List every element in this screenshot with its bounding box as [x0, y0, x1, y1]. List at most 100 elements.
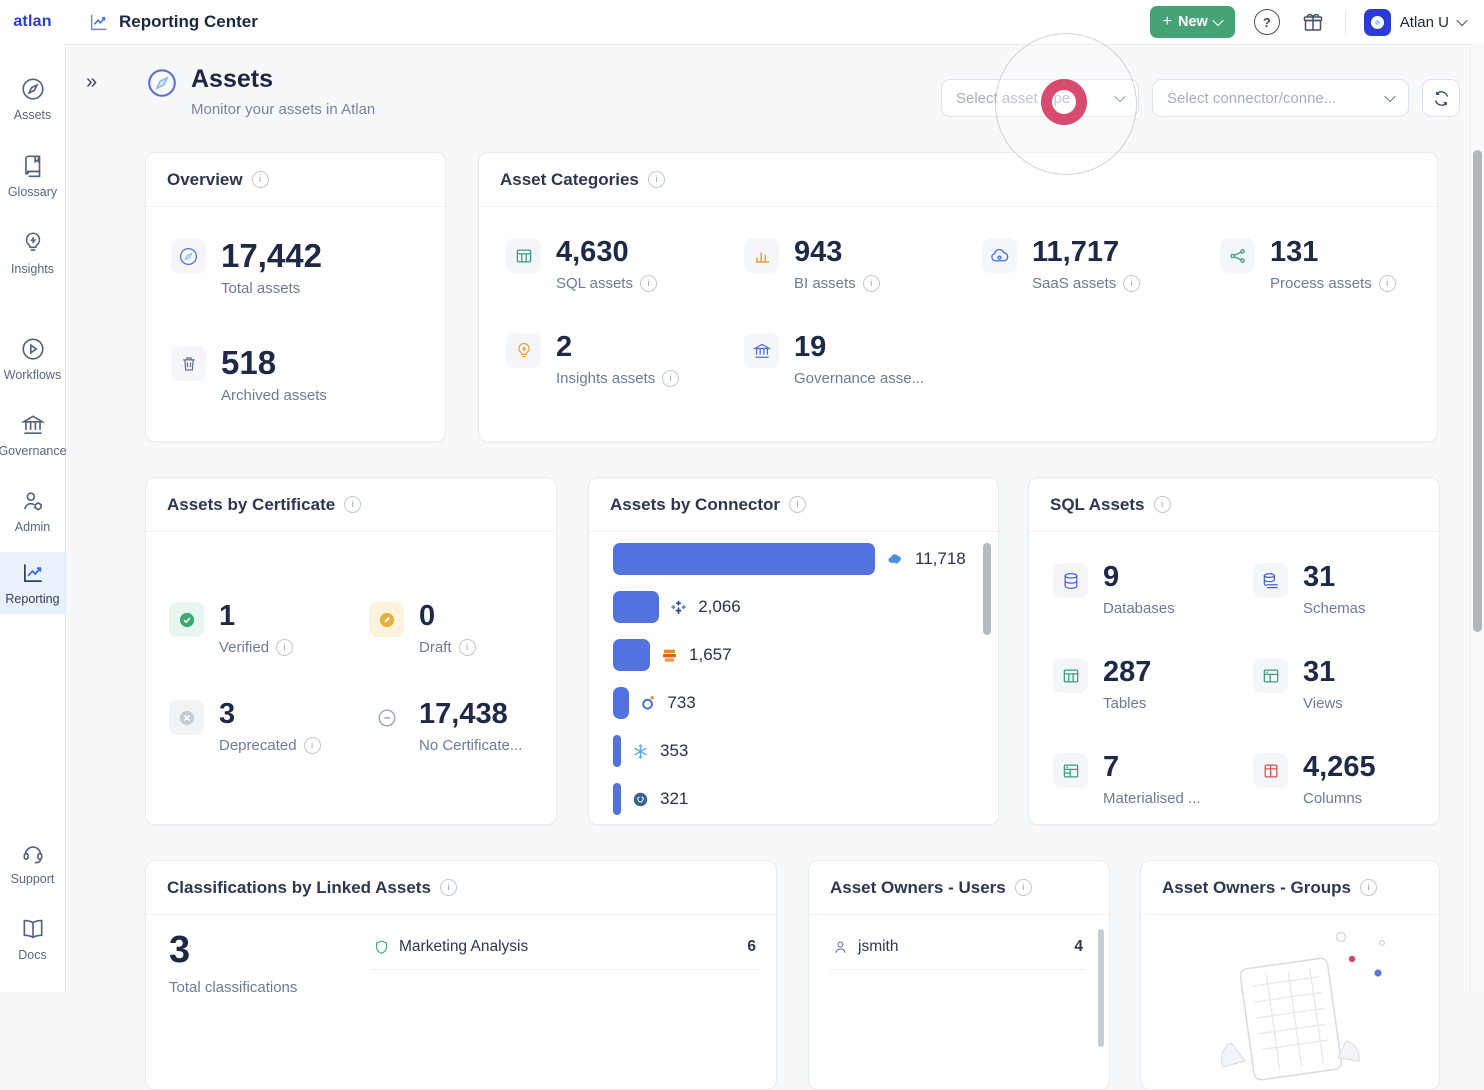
atlan-logo[interactable]: atlan	[0, 0, 65, 44]
assets-compass-icon	[145, 66, 179, 100]
asset-owners-users-card: Asset Owners - Users jsmith 4	[808, 860, 1110, 1090]
stat-databases: 9 Databases	[1053, 563, 1175, 617]
stat-value: 9	[1103, 563, 1175, 592]
card-title: Asset Owners - Groups	[1162, 878, 1351, 898]
info-icon[interactable]	[304, 737, 321, 754]
chevron-down-icon	[1384, 91, 1395, 102]
card-title: Classifications by Linked Assets	[167, 878, 431, 898]
card-title: SQL Assets	[1050, 495, 1145, 515]
stat-label: Process assets	[1270, 275, 1372, 292]
connector-row-salesforce: 11,718	[613, 543, 968, 575]
sidebar-expand-button[interactable]	[80, 70, 103, 95]
compass-icon	[20, 76, 46, 102]
stat-label: BI assets	[794, 275, 856, 292]
stat-label: Schemas	[1303, 600, 1366, 617]
stat-label: Columns	[1303, 790, 1362, 807]
whats-new-button[interactable]	[1299, 8, 1327, 36]
page-scrollbar-thumb[interactable]	[1473, 150, 1482, 632]
stat-label: Materialised ...	[1103, 790, 1201, 807]
stat-value: 4,630	[556, 238, 657, 267]
info-icon[interactable]	[252, 171, 269, 188]
connector-scrollbar[interactable]	[983, 540, 991, 770]
user-name: Atlan U	[1400, 14, 1449, 31]
refresh-button[interactable]	[1422, 79, 1460, 117]
bar-postgres	[613, 783, 621, 815]
info-icon[interactable]	[1154, 496, 1171, 513]
stat-value: 7	[1103, 753, 1201, 782]
sidebar-item-docs[interactable]: Docs	[0, 908, 65, 970]
card-title: Overview	[167, 170, 243, 190]
sidebar-item-workflows[interactable]: Workflows	[0, 328, 65, 390]
stat-value: 19	[794, 333, 924, 362]
info-icon[interactable]	[648, 171, 665, 188]
info-icon[interactable]	[276, 639, 293, 656]
sidebar-item-reporting[interactable]: Reporting	[0, 552, 65, 614]
total-value: 3	[169, 931, 297, 969]
topbar: Reporting Center New Atlan U	[65, 0, 1484, 45]
bar-chart-icon	[744, 238, 779, 273]
card-title: Assets by Certificate	[167, 495, 335, 515]
line-chart-icon	[20, 560, 46, 586]
users-scrollbar-thumb[interactable]	[1098, 929, 1104, 1047]
minus-circle-icon	[369, 700, 404, 735]
sidebar-item-insights[interactable]: Insights	[0, 222, 65, 284]
stat-label: Insights assets	[556, 370, 655, 387]
atlan-logo-text: atlan	[13, 13, 51, 31]
sidebar-item-admin[interactable]: Admin	[0, 480, 65, 542]
page-header: Assets Monitor your assets in Atlan	[145, 66, 375, 118]
asset-type-select[interactable]: Select asset type	[941, 79, 1139, 117]
classification-row[interactable]: Marketing Analysis 6	[371, 927, 758, 970]
bar-value: 2,066	[698, 597, 741, 617]
info-icon[interactable]	[662, 370, 679, 387]
empty-state-illustration	[1186, 923, 1396, 1083]
sql-assets-card: SQL Assets 9 Databases 31 Schemas 287 Ta…	[1028, 477, 1440, 825]
connector-row-redshift: 1,657	[613, 639, 968, 671]
sidebar-item-label: Insights	[11, 262, 54, 276]
bar-tableau	[613, 591, 659, 623]
info-icon[interactable]	[789, 496, 806, 513]
overview-card: Overview 17,442 Total assets 518 Archive…	[145, 152, 446, 442]
info-icon[interactable]	[440, 879, 457, 896]
info-icon[interactable]	[459, 639, 476, 656]
stat-tables: 287 Tables	[1053, 658, 1151, 712]
info-icon[interactable]	[1123, 275, 1140, 292]
connector-select[interactable]: Select connector/conne...	[1152, 79, 1409, 117]
page-title: Assets	[191, 66, 375, 94]
stat-sql-assets: 4,630 SQL assets	[506, 238, 657, 292]
cloud-icon	[982, 238, 1017, 273]
card-title: Asset Owners - Users	[830, 878, 1006, 898]
new-button[interactable]: New	[1150, 6, 1235, 38]
connector-row-tableau: 2,066	[613, 591, 968, 623]
stat-label: No Certificate...	[419, 737, 522, 754]
bulb-icon	[506, 333, 541, 368]
draft-badge-icon	[369, 602, 404, 637]
owner-user-name: jsmith	[858, 938, 1065, 956]
stat-columns: 4,265 Columns	[1253, 753, 1376, 807]
owner-user-row[interactable]: jsmith 4	[830, 927, 1085, 970]
sidebar-item-assets[interactable]: Assets	[0, 68, 65, 130]
classification-count: 6	[747, 938, 756, 956]
sidebar-item-glossary[interactable]: Glossary	[0, 145, 65, 207]
user-menu[interactable]: Atlan U	[1364, 9, 1466, 36]
info-icon[interactable]	[1379, 275, 1396, 292]
info-icon[interactable]	[344, 496, 361, 513]
stat-label: Verified	[219, 639, 269, 656]
connector-scrollbar-thumb[interactable]	[983, 543, 991, 635]
sidebar-item-governance[interactable]: Governance	[0, 404, 65, 466]
stat-label: Deprecated	[219, 737, 297, 754]
verified-badge-icon	[169, 602, 204, 637]
sidebar-item-label: Governance	[0, 444, 67, 458]
help-button[interactable]	[1253, 8, 1281, 36]
bar-value: 733	[667, 693, 695, 713]
stat-governance-assets: 19 Governance asse...	[744, 333, 924, 387]
stat-value: 943	[794, 238, 880, 267]
sidebar: atlan Assets Glossary Insights Workflows…	[0, 0, 66, 992]
sidebar-item-support[interactable]: Support	[0, 832, 65, 894]
info-icon[interactable]	[640, 275, 657, 292]
view-icon	[1253, 658, 1288, 693]
column-icon	[1253, 753, 1288, 788]
info-icon[interactable]	[1360, 879, 1377, 896]
info-icon[interactable]	[863, 275, 880, 292]
info-icon[interactable]	[1015, 879, 1032, 896]
avatar	[1364, 9, 1391, 36]
